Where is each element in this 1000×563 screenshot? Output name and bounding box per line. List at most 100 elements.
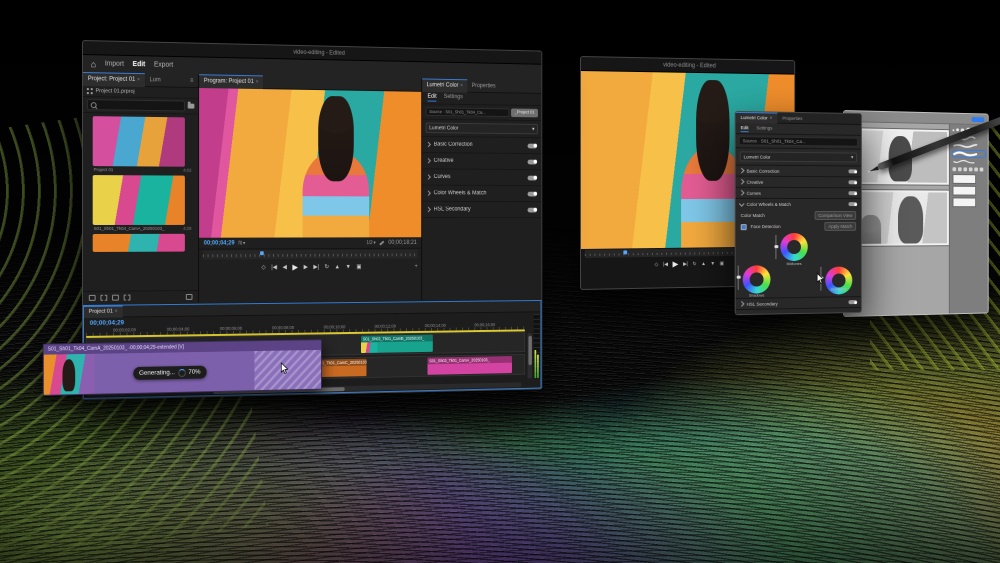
- extract-icon[interactable]: ▼: [345, 264, 350, 270]
- monitor-scrubber[interactable]: [203, 250, 418, 260]
- tab-lumetri-color[interactable]: Lumetri Color ×: [736, 111, 778, 123]
- section-toggle[interactable]: [848, 180, 857, 184]
- section-color-wheels-match[interactable]: Color Wheels & Match: [422, 186, 541, 203]
- brush-size-dot[interactable]: [956, 128, 959, 131]
- tool-icon[interactable]: [958, 167, 962, 171]
- section-basic-correction[interactable]: Basic Correction: [736, 165, 861, 177]
- primary-action-button[interactable]: [972, 117, 985, 122]
- step-forward-icon[interactable]: ▶|: [313, 264, 319, 271]
- section-toggle[interactable]: [528, 175, 538, 180]
- grid-view-icon[interactable]: [87, 88, 93, 94]
- section-curves[interactable]: Curves: [736, 188, 861, 199]
- storyboard-frame-2[interactable]: [850, 189, 950, 247]
- project-item-thumbnail[interactable]: [93, 116, 185, 167]
- shadows-wheel[interactable]: [743, 265, 771, 294]
- source-clip-selector[interactable]: Source · S01_Sh01_Tk04_Ca...: [739, 136, 858, 147]
- search-input[interactable]: [87, 99, 185, 111]
- extract-icon[interactable]: ▼: [710, 260, 715, 266]
- step-forward-icon[interactable]: ▶|: [683, 261, 688, 267]
- tool-icon[interactable]: [953, 167, 957, 171]
- subtab-settings[interactable]: Settings: [444, 94, 463, 102]
- marker-icon[interactable]: ◇: [261, 264, 265, 271]
- tool-icon[interactable]: [963, 167, 967, 171]
- section-hsl-secondary[interactable]: HSL Secondary: [422, 202, 541, 218]
- menu-edit[interactable]: Edit: [133, 61, 146, 68]
- section-toggle[interactable]: [528, 143, 538, 148]
- timeline-vertical-scrollbar[interactable]: [528, 333, 532, 378]
- playhead[interactable]: [260, 251, 264, 255]
- section-toggle[interactable]: [848, 202, 857, 206]
- step-back-icon[interactable]: |◀: [663, 261, 668, 267]
- tab-timeline-sequence[interactable]: Project 01 ×: [84, 305, 122, 317]
- close-icon[interactable]: ×: [115, 309, 118, 315]
- close-icon[interactable]: ×: [770, 115, 773, 121]
- source-clip-selector[interactable]: Source · S01_Sh01_Tk04_Ca...: [426, 107, 510, 117]
- face-detection-checkbox[interactable]: [741, 224, 747, 230]
- swatch[interactable]: [953, 174, 977, 184]
- list-view-icon[interactable]: [89, 295, 96, 301]
- loop-icon[interactable]: ↻: [693, 261, 697, 267]
- next-icon[interactable]: ▶: [304, 264, 308, 271]
- prev-icon[interactable]: ◀: [283, 264, 287, 271]
- tab-properties[interactable]: Properties: [777, 113, 807, 124]
- timeline-clip-teal[interactable]: S01_Sh02_Tk01_CamB_20250103_: [361, 335, 433, 353]
- section-creative[interactable]: Creative: [736, 177, 861, 189]
- close-icon[interactable]: ×: [256, 79, 259, 85]
- project-item-thumbnail[interactable]: [93, 234, 185, 252]
- section-toggle[interactable]: [528, 159, 538, 164]
- menu-import[interactable]: Import: [105, 60, 124, 67]
- settings-wrench-icon[interactable]: [379, 240, 384, 245]
- subtab-settings[interactable]: Settings: [756, 125, 772, 132]
- tab-properties[interactable]: Properties: [467, 79, 500, 92]
- loop-icon[interactable]: ↻: [325, 264, 330, 271]
- subtab-edit[interactable]: Edit: [741, 125, 749, 132]
- section-curves[interactable]: Curves: [422, 169, 541, 186]
- tab-program[interactable]: Program: Project 01 ×: [199, 74, 263, 89]
- midtones-slider[interactable]: [775, 235, 776, 259]
- zoom-level-dropdown[interactable]: fit ▾: [238, 240, 245, 246]
- subtab-edit[interactable]: Edit: [427, 94, 436, 102]
- section-color-wheels-match[interactable]: Color Wheels & Match: [736, 199, 861, 209]
- brush-size-dot[interactable]: [953, 129, 955, 131]
- playhead[interactable]: [623, 250, 627, 254]
- step-back-icon[interactable]: |◀: [271, 264, 277, 271]
- lumetri-preset-dropdown[interactable]: Lumetri Color ▾: [740, 151, 857, 162]
- play-icon[interactable]: ▶: [292, 263, 298, 272]
- brush-stroke-option[interactable]: [953, 158, 986, 164]
- section-toggle[interactable]: [848, 169, 857, 173]
- playback-resolution-dropdown[interactable]: 1/2 ▾: [366, 240, 375, 246]
- source-project-chip[interactable]: _Project 01: [511, 108, 538, 117]
- new-bin-icon[interactable]: [112, 295, 119, 301]
- trash-icon[interactable]: [186, 294, 193, 300]
- section-toggle[interactable]: [848, 191, 857, 195]
- section-basic-correction[interactable]: Basic Correction: [422, 137, 541, 154]
- tool-icon[interactable]: [974, 167, 978, 171]
- swatch[interactable]: [953, 197, 977, 207]
- lumetri-preset-dropdown[interactable]: Lumetri Color ▾: [426, 122, 538, 134]
- folder-icon[interactable]: [188, 104, 195, 109]
- play-icon[interactable]: ▶: [673, 260, 679, 269]
- timeline-clip-generating[interactable]: S01_Sh01_Tk04_CamA_20250103_ -00;00;04;2…: [43, 339, 322, 396]
- swatch[interactable]: [953, 186, 977, 196]
- tool-icon[interactable]: [969, 167, 973, 171]
- project-item-thumbnail[interactable]: [93, 175, 185, 225]
- midtones-wheel[interactable]: [780, 233, 807, 261]
- icon-view-icon[interactable]: [100, 295, 107, 301]
- shadows-slider[interactable]: [738, 266, 739, 290]
- tab-lumetri-scopes[interactable]: Lum: [145, 73, 166, 86]
- section-creative[interactable]: Creative: [422, 153, 541, 170]
- section-toggle[interactable]: [528, 191, 538, 196]
- close-icon[interactable]: ×: [460, 83, 463, 89]
- export-frame-icon[interactable]: ▣: [720, 260, 724, 266]
- tab-project[interactable]: Project: Project 01 ×: [83, 72, 145, 87]
- export-frame-icon[interactable]: ▣: [356, 263, 361, 270]
- lift-icon[interactable]: ▲: [335, 264, 340, 270]
- add-button-icon[interactable]: +: [415, 264, 418, 270]
- section-hsl-secondary[interactable]: HSL Secondary: [736, 296, 861, 310]
- apply-match-button[interactable]: Apply Match: [825, 222, 857, 231]
- panel-menu-icon[interactable]: ≡: [185, 74, 198, 87]
- home-icon[interactable]: ⌂: [91, 59, 96, 69]
- tool-icon[interactable]: [980, 168, 984, 172]
- lift-icon[interactable]: ▲: [701, 261, 706, 267]
- new-item-icon[interactable]: [124, 295, 131, 301]
